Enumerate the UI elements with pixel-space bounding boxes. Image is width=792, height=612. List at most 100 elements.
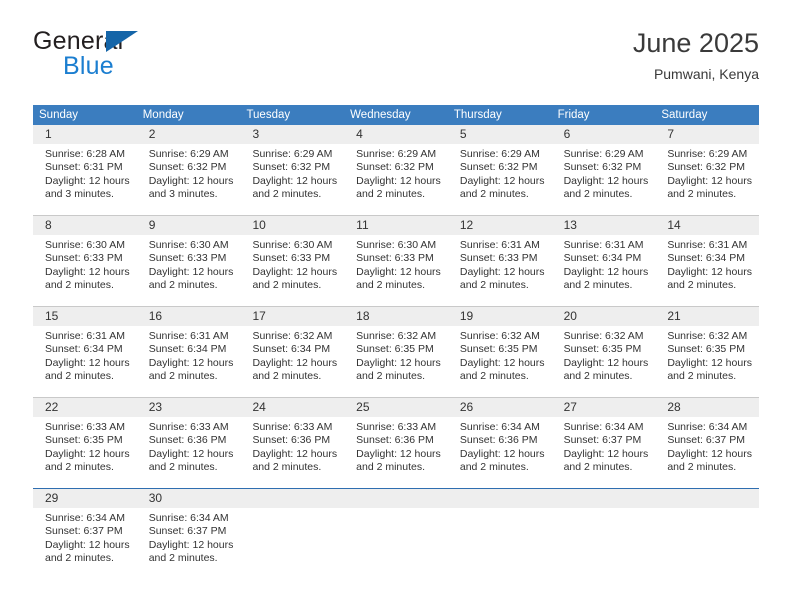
day-number: 13 (563, 218, 577, 232)
day-cell[interactable]: 29 Sunrise: 6:34 AM Sunset: 6:37 PM Dayl… (33, 489, 137, 571)
day-cell[interactable]: 20 Sunrise: 6:32 AM Sunset: 6:35 PM Dayl… (551, 307, 656, 397)
day-cell[interactable]: 24 Sunrise: 6:33 AM Sunset: 6:36 PM Dayl… (240, 398, 345, 488)
day-cell[interactable]: 3 Sunrise: 6:29 AM Sunset: 6:32 PM Dayli… (240, 125, 345, 215)
sunrise-text: Sunrise: 6:31 AM (148, 330, 229, 342)
day-number: 17 (252, 309, 266, 323)
day-number: 16 (148, 309, 163, 323)
sunrise-text: Sunrise: 6:29 AM (356, 148, 437, 160)
day-cell[interactable]: 27 Sunrise: 6:34 AM Sunset: 6:37 PM Dayl… (551, 398, 656, 488)
daylight-text-line2: and 2 minutes. (667, 279, 737, 292)
sunset-text: Sunset: 6:32 PM (148, 161, 227, 174)
sunrise-text: Sunrise: 6:30 AM (45, 239, 125, 251)
day-number: 26 (459, 400, 474, 414)
day-cell[interactable]: 28 Sunrise: 6:34 AM Sunset: 6:37 PM Dayl… (655, 398, 760, 488)
sunset-text: Sunset: 6:32 PM (459, 161, 538, 174)
sunrise-text: Sunrise: 6:31 AM (459, 239, 540, 251)
daylight-text-line1: Daylight: 12 hours (459, 265, 545, 278)
day-cell[interactable]: 1 Sunrise: 6:28 AM Sunset: 6:31 PM Dayli… (33, 125, 137, 215)
day-cell[interactable]: 9 Sunrise: 6:30 AM Sunset: 6:33 PM Dayli… (136, 216, 241, 306)
calendar-week-row: 29 Sunrise: 6:34 AM Sunset: 6:37 PM Dayl… (33, 488, 760, 571)
day-cell[interactable]: 5 Sunrise: 6:29 AM Sunset: 6:32 PM Dayli… (447, 125, 552, 215)
daylight-text-line1: Daylight: 12 hours (148, 356, 234, 369)
daylight-text-line2: and 2 minutes. (459, 461, 529, 474)
sunset-text: Sunset: 6:34 PM (667, 252, 745, 265)
sunset-text: Sunset: 6:37 PM (667, 434, 745, 447)
day-cell[interactable]: 14 Sunrise: 6:31 AM Sunset: 6:34 PM Dayl… (655, 216, 760, 306)
day-number: 9 (148, 218, 156, 232)
daylight-text-line1: Daylight: 12 hours (667, 265, 752, 278)
daylight-text-line1: Daylight: 12 hours (45, 265, 130, 278)
sunset-text: Sunset: 6:33 PM (356, 252, 434, 265)
sunrise-text: Sunrise: 6:32 AM (356, 330, 437, 342)
day-cell[interactable]: 13 Sunrise: 6:31 AM Sunset: 6:34 PM Dayl… (551, 216, 656, 306)
day-cell[interactable]: 30 Sunrise: 6:34 AM Sunset: 6:37 PM Dayl… (136, 489, 241, 571)
daylight-text-line1: Daylight: 12 hours (45, 538, 130, 551)
daylight-text-line1: Daylight: 12 hours (252, 265, 338, 278)
day-cell[interactable]: 22 Sunrise: 6:33 AM Sunset: 6:35 PM Dayl… (33, 398, 137, 488)
sunrise-text: Sunrise: 6:32 AM (563, 330, 644, 342)
day-cell[interactable]: 21 Sunrise: 6:32 AM Sunset: 6:35 PM Dayl… (655, 307, 760, 397)
weekday-saturday: Saturday (661, 109, 708, 121)
day-number: 14 (667, 218, 681, 232)
day-cell[interactable]: 25 Sunrise: 6:33 AM Sunset: 6:36 PM Dayl… (344, 398, 448, 488)
calendar-week-row: 8 Sunrise: 6:30 AM Sunset: 6:33 PM Dayli… (33, 215, 760, 306)
calendar-week-row: 15 Sunrise: 6:31 AM Sunset: 6:34 PM Dayl… (33, 306, 760, 397)
calendar-week-row: 1 Sunrise: 6:28 AM Sunset: 6:31 PM Dayli… (33, 125, 760, 215)
day-cell[interactable]: 15 Sunrise: 6:31 AM Sunset: 6:34 PM Dayl… (33, 307, 137, 397)
daylight-text-line1: Daylight: 12 hours (563, 356, 649, 369)
sunrise-text: Sunrise: 6:34 AM (45, 512, 125, 524)
daylight-text-line1: Daylight: 12 hours (356, 174, 441, 187)
day-number: 25 (356, 400, 370, 414)
day-cell[interactable]: 6 Sunrise: 6:29 AM Sunset: 6:32 PM Dayli… (551, 125, 656, 215)
day-cell[interactable]: 26 Sunrise: 6:34 AM Sunset: 6:36 PM Dayl… (447, 398, 552, 488)
weekday-tuesday: Tuesday (246, 109, 291, 121)
day-number: 28 (667, 400, 681, 414)
sunset-text: Sunset: 6:35 PM (667, 343, 745, 356)
day-cell[interactable]: 18 Sunrise: 6:32 AM Sunset: 6:35 PM Dayl… (344, 307, 448, 397)
day-number: 11 (356, 218, 369, 232)
sunrise-text: Sunrise: 6:33 AM (356, 421, 437, 433)
daylight-text-line2: and 2 minutes. (563, 370, 633, 383)
day-number: 3 (252, 127, 260, 141)
day-cell[interactable]: 7 Sunrise: 6:29 AM Sunset: 6:32 PM Dayli… (655, 125, 760, 215)
daylight-text-line1: Daylight: 12 hours (667, 174, 752, 187)
sunset-text: Sunset: 6:37 PM (148, 525, 227, 538)
day-cell[interactable]: 23 Sunrise: 6:33 AM Sunset: 6:36 PM Dayl… (136, 398, 241, 488)
page-title: June 2025 (632, 28, 759, 58)
daylight-text-line2: and 2 minutes. (148, 279, 218, 292)
daylight-text-line2: and 2 minutes. (45, 370, 114, 383)
daylight-text-line2: and 2 minutes. (356, 188, 426, 201)
page-header: General Blue June 2025 Pumwani, Kenya (33, 28, 759, 92)
day-cell[interactable]: 19 Sunrise: 6:32 AM Sunset: 6:35 PM Dayl… (447, 307, 552, 397)
day-cell[interactable]: 10 Sunrise: 6:30 AM Sunset: 6:33 PM Dayl… (240, 216, 345, 306)
sunset-text: Sunset: 6:36 PM (459, 434, 538, 447)
day-cell[interactable]: 17 Sunrise: 6:32 AM Sunset: 6:34 PM Dayl… (240, 307, 345, 397)
day-number: 12 (459, 218, 474, 232)
daylight-text-line2: and 2 minutes. (45, 552, 114, 565)
day-cell[interactable]: 8 Sunrise: 6:30 AM Sunset: 6:33 PM Dayli… (33, 216, 137, 306)
day-cell[interactable]: 11 Sunrise: 6:30 AM Sunset: 6:33 PM Dayl… (344, 216, 448, 306)
day-number: 24 (252, 400, 266, 414)
daylight-text-line2: and 2 minutes. (667, 461, 737, 474)
sunset-text: Sunset: 6:37 PM (45, 525, 123, 538)
day-cell[interactable]: 2 Sunrise: 6:29 AM Sunset: 6:32 PM Dayli… (136, 125, 241, 215)
daylight-text-line1: Daylight: 12 hours (459, 174, 545, 187)
day-cell[interactable]: 4 Sunrise: 6:29 AM Sunset: 6:32 PM Dayli… (344, 125, 448, 215)
sunset-text: Sunset: 6:32 PM (667, 161, 745, 174)
daylight-text-line1: Daylight: 12 hours (45, 356, 130, 369)
daylight-text-line1: Daylight: 12 hours (148, 538, 234, 551)
sunrise-text: Sunrise: 6:31 AM (563, 239, 644, 251)
daylight-text-line1: Daylight: 12 hours (563, 265, 649, 278)
day-number: 5 (459, 127, 467, 141)
day-cell[interactable]: 16 Sunrise: 6:31 AM Sunset: 6:34 PM Dayl… (136, 307, 241, 397)
sunset-text: Sunset: 6:35 PM (563, 343, 642, 356)
daylight-text-line2: and 2 minutes. (252, 461, 322, 474)
weekday-monday: Monday (142, 109, 184, 121)
general-blue-logo[interactable]: General Blue (33, 28, 273, 88)
daylight-text-line1: Daylight: 12 hours (252, 447, 338, 460)
sunrise-text: Sunrise: 6:33 AM (45, 421, 125, 433)
sunrise-text: Sunrise: 6:34 AM (148, 512, 229, 524)
day-cell[interactable]: 12 Sunrise: 6:31 AM Sunset: 6:33 PM Dayl… (447, 216, 552, 306)
sunset-text: Sunset: 6:36 PM (356, 434, 434, 447)
sunrise-text: Sunrise: 6:28 AM (45, 148, 125, 160)
